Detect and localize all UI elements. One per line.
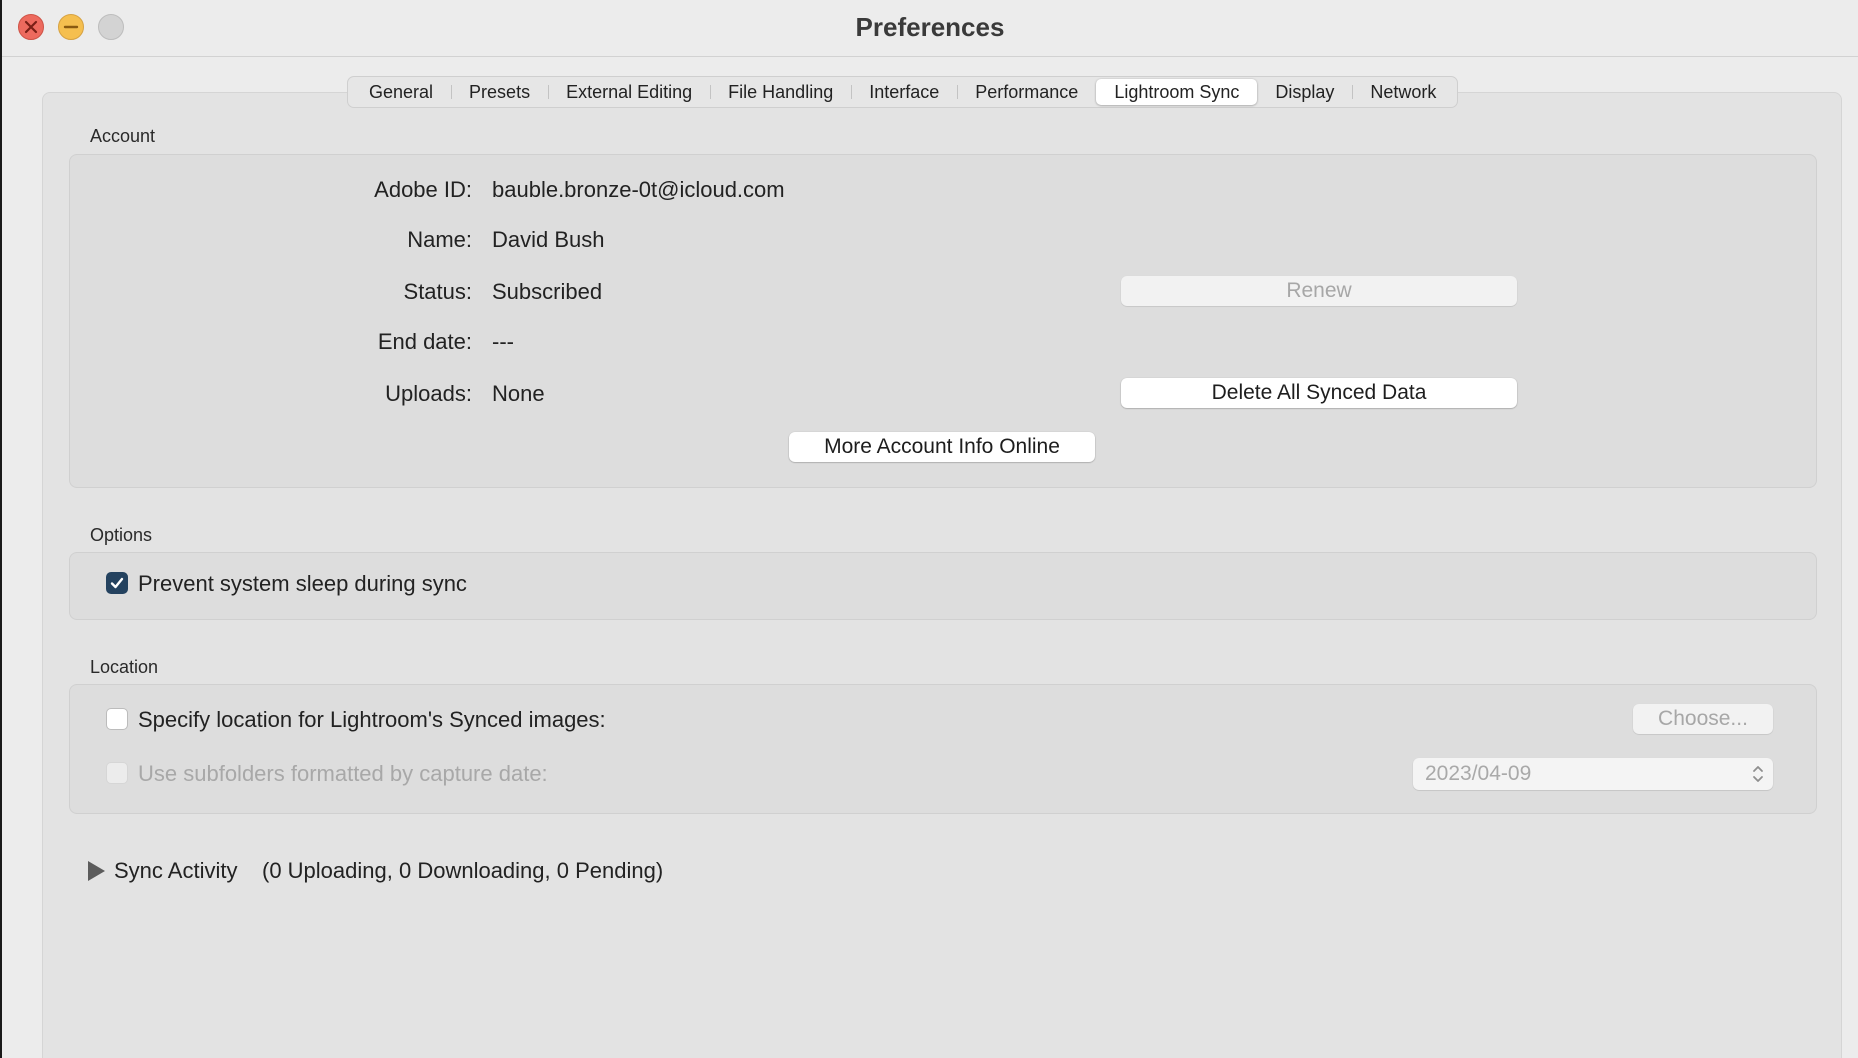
account-section-label: Account [90,126,156,146]
adobe-id-label: Adobe ID: [374,177,472,202]
title-bar: Preferences [2,0,1858,57]
specify-location-checkbox[interactable] [106,708,128,730]
specify-location-label: Specify location for Lightroom's Synced … [138,707,606,732]
prevent-sleep-label: Prevent system sleep during sync [138,571,467,596]
use-subfolders-label: Use subfolders formatted by capture date… [138,761,548,786]
location-group [69,684,1817,814]
tab-presets[interactable]: Presets [451,79,548,105]
tab-network[interactable]: Network [1352,79,1454,105]
updown-chevron-icon [1753,766,1763,782]
tab-external-editing[interactable]: External Editing [548,79,710,105]
end-date-value: --- [492,329,514,354]
options-section-label: Options [90,525,153,545]
tab-interface[interactable]: Interface [851,79,957,105]
end-date-label: End date: [377,329,472,354]
delete-all-synced-data-button[interactable]: Delete All Synced Data [1121,378,1517,408]
date-format-value: 2023/04-09 [1425,762,1532,785]
use-subfolders-checkbox[interactable] [106,762,128,784]
uploads-label: Uploads: [385,381,472,406]
name-value: David Bush [492,227,605,252]
tab-bar: General Presets External Editing File Ha… [347,76,1459,108]
name-label: Name: [407,227,472,252]
tab-display[interactable]: Display [1257,79,1352,105]
choose-button[interactable]: Choose... [1633,704,1773,734]
tab-lightroom-sync[interactable]: Lightroom Sync [1096,79,1258,105]
prevent-sleep-checkbox[interactable] [106,572,128,594]
location-section-label: Location [90,657,159,677]
tab-file-handling[interactable]: File Handling [710,79,851,105]
preferences-window: Preferences General Presets External Edi… [2,0,1858,1058]
adobe-id-value: bauble.bronze-0t@icloud.com [492,177,785,202]
renew-button[interactable]: Renew [1121,276,1517,306]
uploads-value: None [492,381,545,406]
checkmark-icon [110,577,124,589]
disclosure-triangle-icon[interactable] [86,860,106,882]
tab-performance[interactable]: Performance [957,79,1096,105]
tab-general[interactable]: General [351,79,451,105]
window-title: Preferences [855,12,1005,42]
date-format-select[interactable]: 2023/04-09 [1413,758,1773,790]
status-label: Status: [403,279,472,304]
status-value: Subscribed [492,279,603,304]
sync-activity-detail: (0 Uploading, 0 Downloading, 0 Pending) [262,858,664,883]
sync-activity-label[interactable]: Sync Activity [114,858,237,884]
more-account-info-button[interactable]: More Account Info Online [789,432,1095,462]
